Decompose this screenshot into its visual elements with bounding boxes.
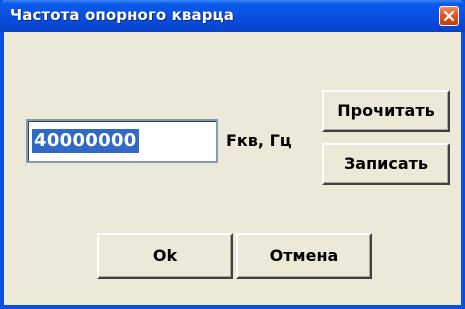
title-bar[interactable]: Частота опорного кварца [0,0,465,32]
dialog-window: Частота опорного кварца 40000000 Fкв, Гц… [0,0,465,309]
read-button-label: Прочитать [337,101,435,120]
close-button[interactable] [439,6,459,26]
ok-button[interactable]: Ok [97,233,233,279]
frequency-input[interactable]: 40000000 [26,119,218,163]
write-button-label: Записать [343,154,429,173]
frequency-unit-label: Fкв, Гц [226,131,292,150]
read-button[interactable]: Прочитать [322,90,450,132]
close-icon [443,10,455,22]
cancel-button-label: Отмена [269,246,339,265]
write-button[interactable]: Записать [322,143,450,185]
frequency-value: 40000000 [32,129,139,153]
window-title: Частота опорного кварца [10,6,234,24]
cancel-button[interactable]: Отмена [236,233,372,279]
ok-button-label: Ok [152,246,178,265]
